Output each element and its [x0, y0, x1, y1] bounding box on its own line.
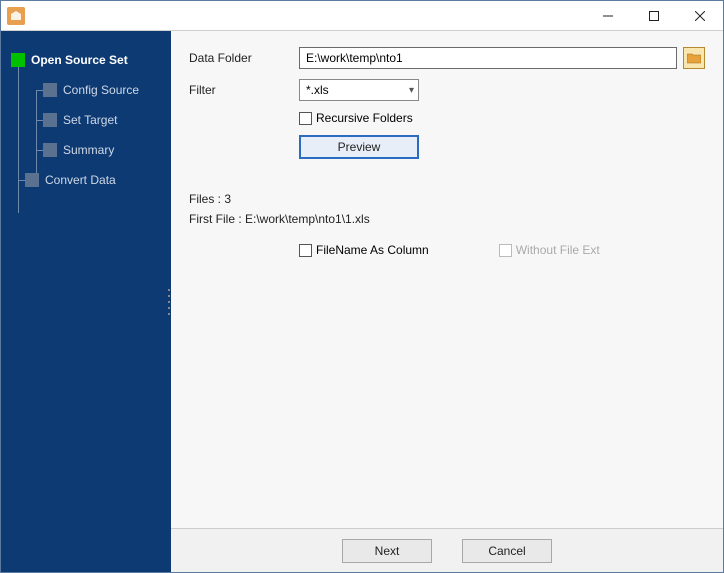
- filter-label: Filter: [189, 83, 299, 97]
- recursive-folders-checkbox[interactable]: Recursive Folders: [299, 111, 413, 125]
- checkbox-icon: [299, 244, 312, 257]
- sidebar-item-label: Set Target: [63, 113, 117, 127]
- minimize-button[interactable]: [585, 1, 631, 31]
- chevron-down-icon: ▾: [409, 85, 414, 96]
- footer: Next Cancel: [171, 528, 723, 572]
- step-box-icon: [11, 53, 25, 67]
- filter-combo-value: *.xls: [306, 83, 329, 97]
- without-file-ext-checkbox: Without File Ext: [499, 243, 600, 257]
- filename-as-column-label: FileName As Column: [316, 243, 429, 257]
- cancel-button[interactable]: Cancel: [462, 539, 552, 563]
- sidebar-item-label: Summary: [63, 143, 114, 157]
- sidebar-item-label: Convert Data: [45, 173, 116, 187]
- step-box-icon: [43, 83, 57, 97]
- close-button[interactable]: [677, 1, 723, 31]
- checkbox-icon: [299, 112, 312, 125]
- first-file-label: First File : E:\work\temp\nto1\1.xls: [189, 209, 705, 229]
- sidebar-item-open-source[interactable]: Open Source Set: [1, 45, 171, 75]
- titlebar: [1, 1, 723, 31]
- next-button[interactable]: Next: [342, 539, 432, 563]
- filename-as-column-checkbox[interactable]: FileName As Column: [299, 243, 429, 257]
- sidebar-item-summary[interactable]: Summary: [1, 135, 171, 165]
- maximize-button[interactable]: [631, 1, 677, 31]
- app-icon: [7, 7, 25, 25]
- splitter-grip[interactable]: [168, 287, 171, 317]
- data-folder-input[interactable]: [299, 47, 677, 69]
- window-controls: [585, 1, 723, 31]
- browse-folder-button[interactable]: [683, 47, 705, 69]
- folder-icon: [687, 52, 701, 64]
- sidebar-item-config-source[interactable]: Config Source: [1, 75, 171, 105]
- without-file-ext-label: Without File Ext: [516, 243, 600, 257]
- step-box-icon: [43, 113, 57, 127]
- sidebar-item-label: Open Source Set: [31, 53, 128, 67]
- step-box-icon: [43, 143, 57, 157]
- sidebar-item-set-target[interactable]: Set Target: [1, 105, 171, 135]
- checkbox-icon: [499, 244, 512, 257]
- wizard-sidebar: Open Source Set Config Source Set Target…: [1, 31, 171, 572]
- filter-combo[interactable]: *.xls ▾: [299, 79, 419, 101]
- data-folder-label: Data Folder: [189, 51, 299, 65]
- main-panel: Data Folder Filter *.xls ▾ Recursive Fol…: [171, 31, 723, 572]
- files-count-label: Files : 3: [189, 189, 705, 209]
- recursive-folders-label: Recursive Folders: [316, 111, 413, 125]
- sidebar-item-label: Config Source: [63, 83, 139, 97]
- preview-button[interactable]: Preview: [299, 135, 419, 159]
- sidebar-item-convert-data[interactable]: Convert Data: [1, 165, 171, 195]
- step-box-icon: [25, 173, 39, 187]
